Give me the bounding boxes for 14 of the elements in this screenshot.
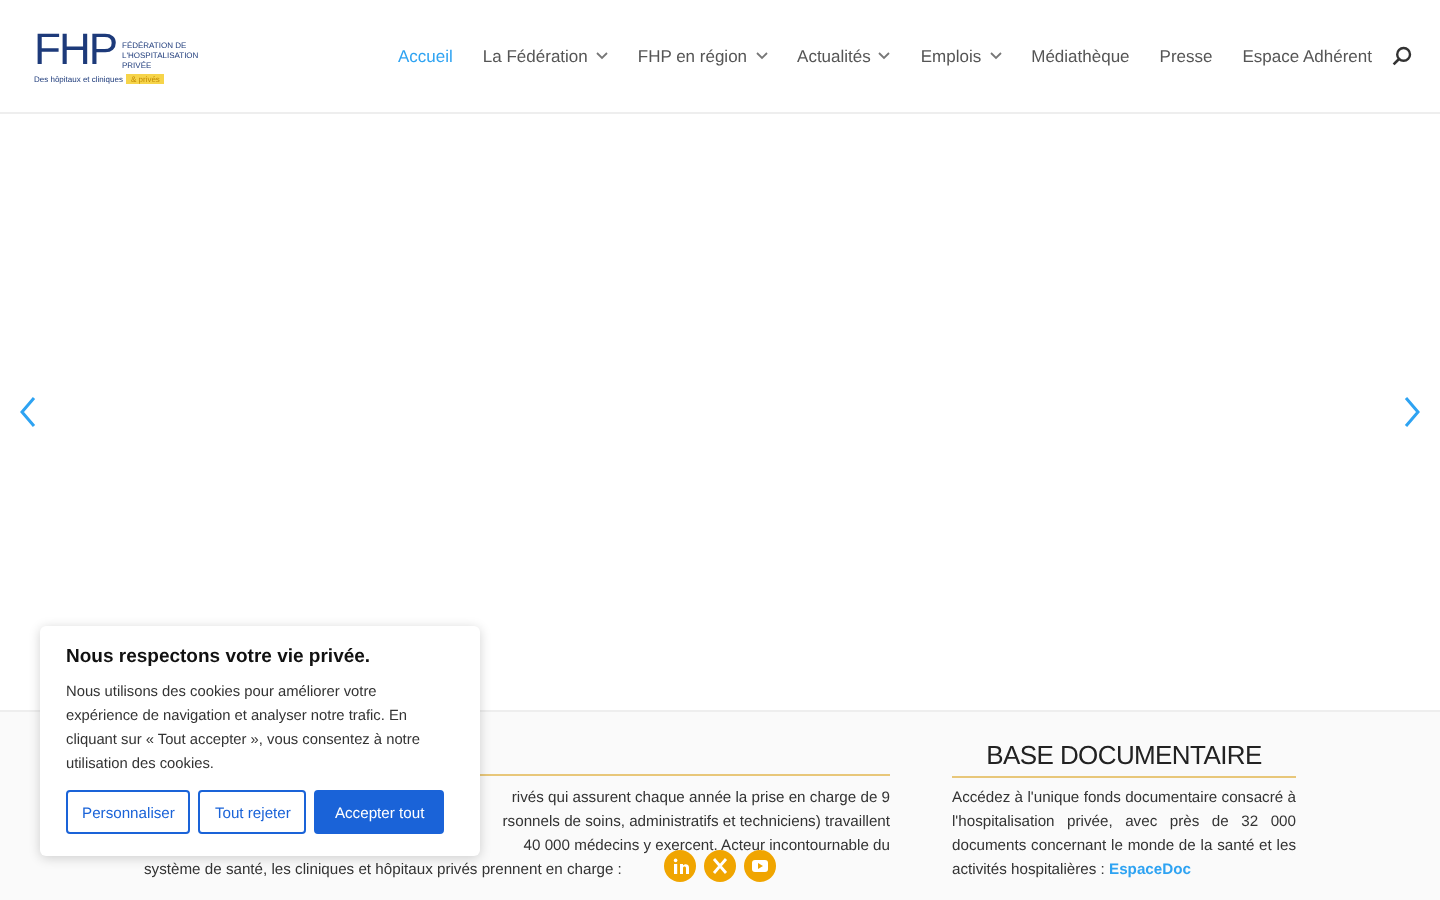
nav-link[interactable]: Actualités [797,46,891,66]
youtube-icon[interactable] [744,850,776,882]
cookie-title: Nous respectons votre vie privée. [66,646,373,668]
linkedin-icon[interactable] [664,850,696,882]
search-icon[interactable] [1392,46,1412,66]
nav-link[interactable]: Espace Adhérent [1242,46,1372,66]
nav-link[interactable]: Médiathèque [1031,46,1130,66]
x-icon[interactable] [704,850,736,882]
nav-link[interactable]: La Fédération [482,46,608,66]
nav-link[interactable]: FHP en région [637,46,768,66]
section-heading: BASE DOCUMENTAIRE [984,740,1264,774]
nav-link[interactable]: Emplois [920,46,1002,66]
logo-text[interactable]: FHP [34,29,116,69]
nav-link[interactable]: Presse [1159,46,1213,66]
